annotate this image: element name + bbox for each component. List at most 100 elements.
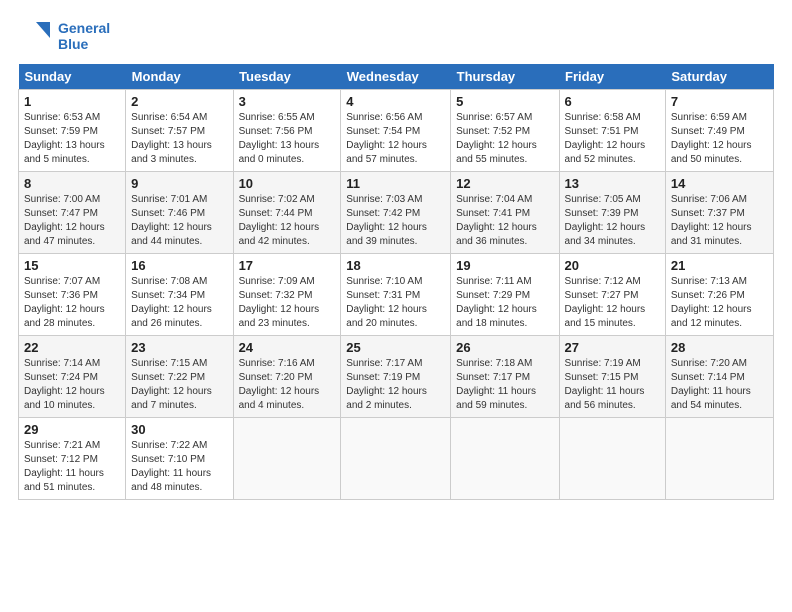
column-header-row: SundayMondayTuesdayWednesdayThursdayFrid…	[19, 64, 774, 90]
day-detail: Sunrise: 6:57 AM Sunset: 7:52 PM Dayligh…	[456, 112, 537, 165]
day-cell	[559, 418, 665, 500]
day-detail: Sunrise: 7:19 AM Sunset: 7:15 PM Dayligh…	[565, 358, 645, 411]
day-number: 22	[24, 340, 120, 355]
day-cell: 8 Sunrise: 7:00 AM Sunset: 7:47 PM Daylig…	[19, 172, 126, 254]
day-cell: 16Sunrise: 7:08 AM Sunset: 7:34 PM Dayli…	[126, 254, 233, 336]
day-cell: 26 Sunrise: 7:18 AM Sunset: 7:17 PM Dayli…	[451, 336, 559, 418]
day-number: 7	[671, 94, 768, 109]
day-detail: Sunrise: 6:54 AM Sunset: 7:57 PM Dayligh…	[131, 112, 212, 165]
day-number: 29	[24, 422, 120, 437]
day-number: 21	[671, 258, 768, 273]
day-cell: 13 Sunrise: 7:05 AM Sunset: 7:39 PM Dayli…	[559, 172, 665, 254]
day-detail: Sunrise: 7:06 AM Sunset: 7:37 PM Dayligh…	[671, 194, 752, 247]
col-header-wednesday: Wednesday	[341, 64, 451, 90]
day-detail: Sunrise: 7:21 AM Sunset: 7:12 PM Dayligh…	[24, 440, 104, 493]
col-header-sunday: Sunday	[19, 64, 126, 90]
col-header-friday: Friday	[559, 64, 665, 90]
day-cell: 4Sunrise: 6:56 AM Sunset: 7:54 PM Daylig…	[341, 90, 451, 172]
day-cell: 3 Sunrise: 6:55 AM Sunset: 7:56 PM Daylig…	[233, 90, 341, 172]
week-row-3: 15 Sunrise: 7:07 AM Sunset: 7:36 PM Dayli…	[19, 254, 774, 336]
day-cell: 9 Sunrise: 7:01 AM Sunset: 7:46 PM Daylig…	[126, 172, 233, 254]
day-number: 27	[565, 340, 660, 355]
day-number: 5	[456, 94, 553, 109]
day-cell: 12 Sunrise: 7:04 AM Sunset: 7:41 PM Dayli…	[451, 172, 559, 254]
day-detail: Sunrise: 7:22 AM Sunset: 7:10 PM Dayligh…	[131, 440, 211, 493]
day-cell: 14 Sunrise: 7:06 AM Sunset: 7:37 PM Dayli…	[665, 172, 773, 254]
day-number: 20	[565, 258, 660, 273]
day-number: 8	[24, 176, 120, 191]
day-number: 26	[456, 340, 553, 355]
day-number: 23	[131, 340, 227, 355]
day-detail: Sunrise: 7:08 AM Sunset: 7:34 PM Dayligh…	[131, 276, 212, 329]
day-detail: Sunrise: 7:10 AM Sunset: 7:31 PM Dayligh…	[346, 276, 427, 329]
day-cell: 27 Sunrise: 7:19 AM Sunset: 7:15 PM Dayli…	[559, 336, 665, 418]
day-cell: 5 Sunrise: 6:57 AM Sunset: 7:52 PM Daylig…	[451, 90, 559, 172]
day-cell: 25Sunrise: 7:17 AM Sunset: 7:19 PM Dayli…	[341, 336, 451, 418]
day-cell: 24Sunrise: 7:16 AM Sunset: 7:20 PM Dayli…	[233, 336, 341, 418]
day-cell	[233, 418, 341, 500]
day-detail: Sunrise: 7:04 AM Sunset: 7:41 PM Dayligh…	[456, 194, 537, 247]
day-number: 15	[24, 258, 120, 273]
logo-blue: Blue	[58, 36, 110, 52]
day-cell: 22Sunrise: 7:14 AM Sunset: 7:24 PM Dayli…	[19, 336, 126, 418]
day-number: 13	[565, 176, 660, 191]
day-cell	[451, 418, 559, 500]
day-number: 12	[456, 176, 553, 191]
day-number: 10	[239, 176, 336, 191]
day-cell: 15 Sunrise: 7:07 AM Sunset: 7:36 PM Dayli…	[19, 254, 126, 336]
day-cell: 29 Sunrise: 7:21 AM Sunset: 7:12 PM Dayli…	[19, 418, 126, 500]
day-number: 17	[239, 258, 336, 273]
day-number: 30	[131, 422, 227, 437]
day-cell: 10Sunrise: 7:02 AM Sunset: 7:44 PM Dayli…	[233, 172, 341, 254]
day-cell: 7 Sunrise: 6:59 AM Sunset: 7:49 PM Daylig…	[665, 90, 773, 172]
day-detail: Sunrise: 7:20 AM Sunset: 7:14 PM Dayligh…	[671, 358, 751, 411]
day-cell: 1Sunrise: 6:53 AM Sunset: 7:59 PM Daylig…	[19, 90, 126, 172]
day-cell	[665, 418, 773, 500]
week-row-1: 1Sunrise: 6:53 AM Sunset: 7:59 PM Daylig…	[19, 90, 774, 172]
day-detail: Sunrise: 6:58 AM Sunset: 7:51 PM Dayligh…	[565, 112, 646, 165]
day-detail: Sunrise: 7:03 AM Sunset: 7:42 PM Dayligh…	[346, 194, 427, 247]
day-detail: Sunrise: 7:16 AM Sunset: 7:20 PM Dayligh…	[239, 358, 320, 411]
day-number: 2	[131, 94, 227, 109]
day-detail: Sunrise: 7:12 AM Sunset: 7:27 PM Dayligh…	[565, 276, 646, 329]
day-detail: Sunrise: 6:55 AM Sunset: 7:56 PM Dayligh…	[239, 112, 320, 165]
day-cell: 11Sunrise: 7:03 AM Sunset: 7:42 PM Dayli…	[341, 172, 451, 254]
day-detail: Sunrise: 7:00 AM Sunset: 7:47 PM Dayligh…	[24, 194, 105, 247]
page: GeneralBlue SundayMondayTuesdayWednesday…	[0, 0, 792, 510]
logo-text: GeneralBlue	[58, 20, 110, 52]
day-detail: Sunrise: 7:17 AM Sunset: 7:19 PM Dayligh…	[346, 358, 427, 411]
day-number: 6	[565, 94, 660, 109]
day-cell: 21 Sunrise: 7:13 AM Sunset: 7:26 PM Dayli…	[665, 254, 773, 336]
day-detail: Sunrise: 6:59 AM Sunset: 7:49 PM Dayligh…	[671, 112, 752, 165]
day-detail: Sunrise: 6:53 AM Sunset: 7:59 PM Dayligh…	[24, 112, 105, 165]
day-cell: 17 Sunrise: 7:09 AM Sunset: 7:32 PM Dayli…	[233, 254, 341, 336]
header: GeneralBlue	[18, 18, 774, 54]
day-cell: 23 Sunrise: 7:15 AM Sunset: 7:22 PM Dayli…	[126, 336, 233, 418]
logo-svg	[18, 18, 54, 54]
logo-general: General	[58, 20, 110, 36]
day-number: 28	[671, 340, 768, 355]
day-detail: Sunrise: 7:18 AM Sunset: 7:17 PM Dayligh…	[456, 358, 536, 411]
day-number: 19	[456, 258, 553, 273]
week-row-2: 8 Sunrise: 7:00 AM Sunset: 7:47 PM Daylig…	[19, 172, 774, 254]
day-detail: Sunrise: 7:13 AM Sunset: 7:26 PM Dayligh…	[671, 276, 752, 329]
day-detail: Sunrise: 7:05 AM Sunset: 7:39 PM Dayligh…	[565, 194, 646, 247]
col-header-monday: Monday	[126, 64, 233, 90]
day-detail: Sunrise: 6:56 AM Sunset: 7:54 PM Dayligh…	[346, 112, 427, 165]
day-detail: Sunrise: 7:07 AM Sunset: 7:36 PM Dayligh…	[24, 276, 105, 329]
week-row-5: 29 Sunrise: 7:21 AM Sunset: 7:12 PM Dayli…	[19, 418, 774, 500]
logo: GeneralBlue	[18, 18, 110, 54]
week-row-4: 22Sunrise: 7:14 AM Sunset: 7:24 PM Dayli…	[19, 336, 774, 418]
day-detail: Sunrise: 7:01 AM Sunset: 7:46 PM Dayligh…	[131, 194, 212, 247]
col-header-tuesday: Tuesday	[233, 64, 341, 90]
day-cell: 2 Sunrise: 6:54 AM Sunset: 7:57 PM Daylig…	[126, 90, 233, 172]
day-cell: 18Sunrise: 7:10 AM Sunset: 7:31 PM Dayli…	[341, 254, 451, 336]
col-header-thursday: Thursday	[451, 64, 559, 90]
day-detail: Sunrise: 7:11 AM Sunset: 7:29 PM Dayligh…	[456, 276, 537, 329]
day-number: 14	[671, 176, 768, 191]
day-detail: Sunrise: 7:09 AM Sunset: 7:32 PM Dayligh…	[239, 276, 320, 329]
day-cell: 6 Sunrise: 6:58 AM Sunset: 7:51 PM Daylig…	[559, 90, 665, 172]
day-number: 9	[131, 176, 227, 191]
day-detail: Sunrise: 7:15 AM Sunset: 7:22 PM Dayligh…	[131, 358, 212, 411]
day-number: 3	[239, 94, 336, 109]
